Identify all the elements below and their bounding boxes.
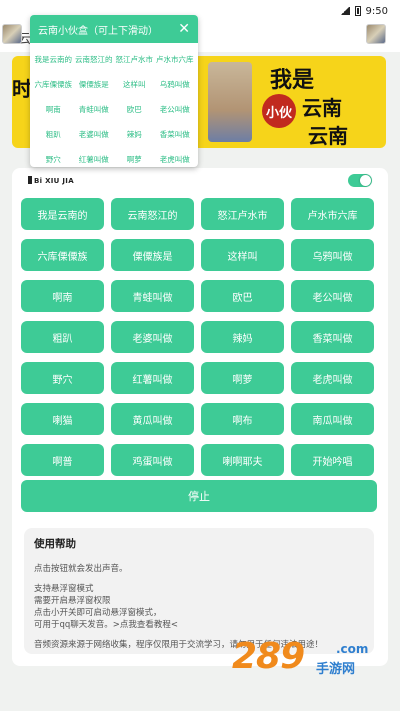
watermark-domain: .com bbox=[336, 642, 369, 656]
floating-item[interactable]: 老公叫做 bbox=[156, 97, 195, 122]
floating-item[interactable]: 红薯叫做 bbox=[75, 147, 114, 167]
sound-button[interactable]: 南瓜叫做 bbox=[291, 403, 374, 435]
watermark-number: 289 bbox=[232, 636, 305, 677]
sound-button[interactable]: 青蛙叫做 bbox=[111, 280, 194, 312]
signal-icon bbox=[339, 7, 350, 15]
floating-item[interactable]: 香菜叫做 bbox=[156, 122, 195, 147]
sound-button[interactable]: 啊普 bbox=[21, 444, 104, 476]
floating-item[interactable]: 这样叫 bbox=[115, 72, 154, 97]
sound-button[interactable]: 欧巴 bbox=[201, 280, 284, 312]
help-line: 支持悬浮窗模式 bbox=[34, 584, 94, 594]
sound-button[interactable]: 这样叫 bbox=[201, 239, 284, 271]
banner-line-1: 我是 bbox=[270, 68, 315, 93]
floating-item[interactable]: 啊南 bbox=[34, 97, 73, 122]
sound-button[interactable]: 老公叫做 bbox=[291, 280, 374, 312]
sound-button[interactable]: 卢水市六库 bbox=[291, 198, 374, 230]
floating-item[interactable]: 野穴 bbox=[34, 147, 73, 167]
floating-item[interactable]: 我是云南的 bbox=[34, 47, 73, 72]
sound-button-grid: 我是云南的 云南怒江的 怒江卢水市 卢水市六库六库傈僳族 傈僳族是 这样叫 乌鸦叫做啊南 青蛙… bbox=[21, 198, 377, 476]
battery-icon bbox=[354, 6, 361, 16]
watermark: 289 .com 手游网 bbox=[232, 636, 382, 682]
floating-item[interactable]: 辣妈 bbox=[115, 122, 154, 147]
sound-button[interactable]: 喇猫 bbox=[21, 403, 104, 435]
sound-button[interactable]: 红薯叫做 bbox=[111, 362, 194, 394]
floating-item[interactable]: 青蛙叫做 bbox=[75, 97, 114, 122]
sound-button[interactable]: 粗趴 bbox=[21, 321, 104, 353]
floating-item[interactable]: 傈僳族是 bbox=[75, 72, 114, 97]
banner-line-2: 云南 bbox=[302, 96, 342, 120]
sound-button[interactable]: 开始吟唱 bbox=[291, 444, 374, 476]
floating-window-toggle[interactable] bbox=[348, 174, 372, 187]
sound-button[interactable]: 六库傈僳族 bbox=[21, 239, 104, 271]
banner-line-3: 云南 bbox=[308, 124, 348, 148]
help-spacer bbox=[34, 575, 364, 583]
floating-window[interactable]: 云南小伙盒（可上下滑动） ✕ 我是云南的 云南怒江的 怒江卢水市 卢水市六库六库傈僳族… bbox=[30, 15, 198, 167]
floating-window-grid: 我是云南的 云南怒江的 怒江卢水市 卢水市六库六库傈僳族 傈僳族是 这样叫 乌鸦叫做啊南 青蛙… bbox=[30, 43, 198, 167]
sound-button[interactable]: 啊萝 bbox=[201, 362, 284, 394]
banner-stamp: 小伙 bbox=[262, 94, 296, 128]
sound-button[interactable]: 怒江卢水市 bbox=[201, 198, 284, 230]
close-icon[interactable]: ✕ bbox=[178, 22, 190, 36]
floating-item[interactable]: 老虎叫做 bbox=[156, 147, 195, 167]
sound-button[interactable]: 啊布 bbox=[201, 403, 284, 435]
floating-item[interactable]: 粗趴 bbox=[34, 122, 73, 147]
banner-face-right bbox=[208, 62, 252, 142]
help-line: 点击小开关即可启动悬浮窗模式， bbox=[34, 608, 162, 618]
sound-button[interactable]: 老婆叫做 bbox=[111, 321, 194, 353]
floating-item[interactable]: 六库傈僳族 bbox=[34, 72, 73, 97]
sound-button[interactable]: 黄瓜叫做 bbox=[111, 403, 194, 435]
watermark-text: 手游网 bbox=[316, 662, 356, 677]
sound-button[interactable]: 老虎叫做 bbox=[291, 362, 374, 394]
avatar-right[interactable] bbox=[366, 24, 386, 44]
floating-item[interactable]: 卢水市六库 bbox=[156, 47, 195, 72]
sound-button[interactable]: 香菜叫做 bbox=[291, 321, 374, 353]
sound-button[interactable]: 野穴 bbox=[21, 362, 104, 394]
sound-button[interactable]: 喇啊耶夫 bbox=[201, 444, 284, 476]
help-line: 点击按钮就会发出声音。 bbox=[34, 564, 128, 574]
help-line: 可用于qq聊天发音。>点我查看教程< bbox=[34, 620, 179, 630]
main-card: Bi XIU JIA 我是云南的 云南怒江的 怒江卢水市 卢水市六库六库傈僳族 傈僳族是… bbox=[12, 168, 388, 666]
floating-item[interactable]: 云南怒江的 bbox=[75, 47, 114, 72]
help-line: 需要开启悬浮窗权限 bbox=[34, 596, 111, 606]
status-time: 9:50 bbox=[365, 5, 388, 17]
logo-text: Bi XIU JIA bbox=[34, 177, 74, 185]
avatar-left[interactable] bbox=[2, 24, 22, 44]
logo: Bi XIU JIA bbox=[28, 176, 74, 185]
sound-button[interactable]: 鸡蛋叫做 bbox=[111, 444, 194, 476]
sound-button[interactable]: 傈僳族是 bbox=[111, 239, 194, 271]
help-title: 使用帮助 bbox=[34, 538, 76, 550]
sound-button[interactable]: 我是云南的 bbox=[21, 198, 104, 230]
floating-item[interactable]: 欧巴 bbox=[115, 97, 154, 122]
logo-icon bbox=[28, 176, 32, 184]
stop-button[interactable]: 停止 bbox=[21, 480, 377, 512]
floating-item[interactable]: 啊萝 bbox=[115, 147, 154, 167]
floating-window-title: 云南小伙盒（可上下滑动） bbox=[38, 25, 158, 37]
floating-item[interactable]: 老婆叫做 bbox=[75, 122, 114, 147]
sound-button[interactable]: 辣妈 bbox=[201, 321, 284, 353]
sound-button[interactable]: 乌鸦叫做 bbox=[291, 239, 374, 271]
floating-item[interactable]: 乌鸦叫做 bbox=[156, 72, 195, 97]
sound-button[interactable]: 啊南 bbox=[21, 280, 104, 312]
toggle-knob bbox=[360, 175, 371, 186]
floating-item[interactable]: 怒江卢水市 bbox=[115, 47, 154, 72]
sound-button[interactable]: 云南怒江的 bbox=[111, 198, 194, 230]
floating-window-header[interactable]: 云南小伙盒（可上下滑动） ✕ bbox=[30, 15, 198, 43]
